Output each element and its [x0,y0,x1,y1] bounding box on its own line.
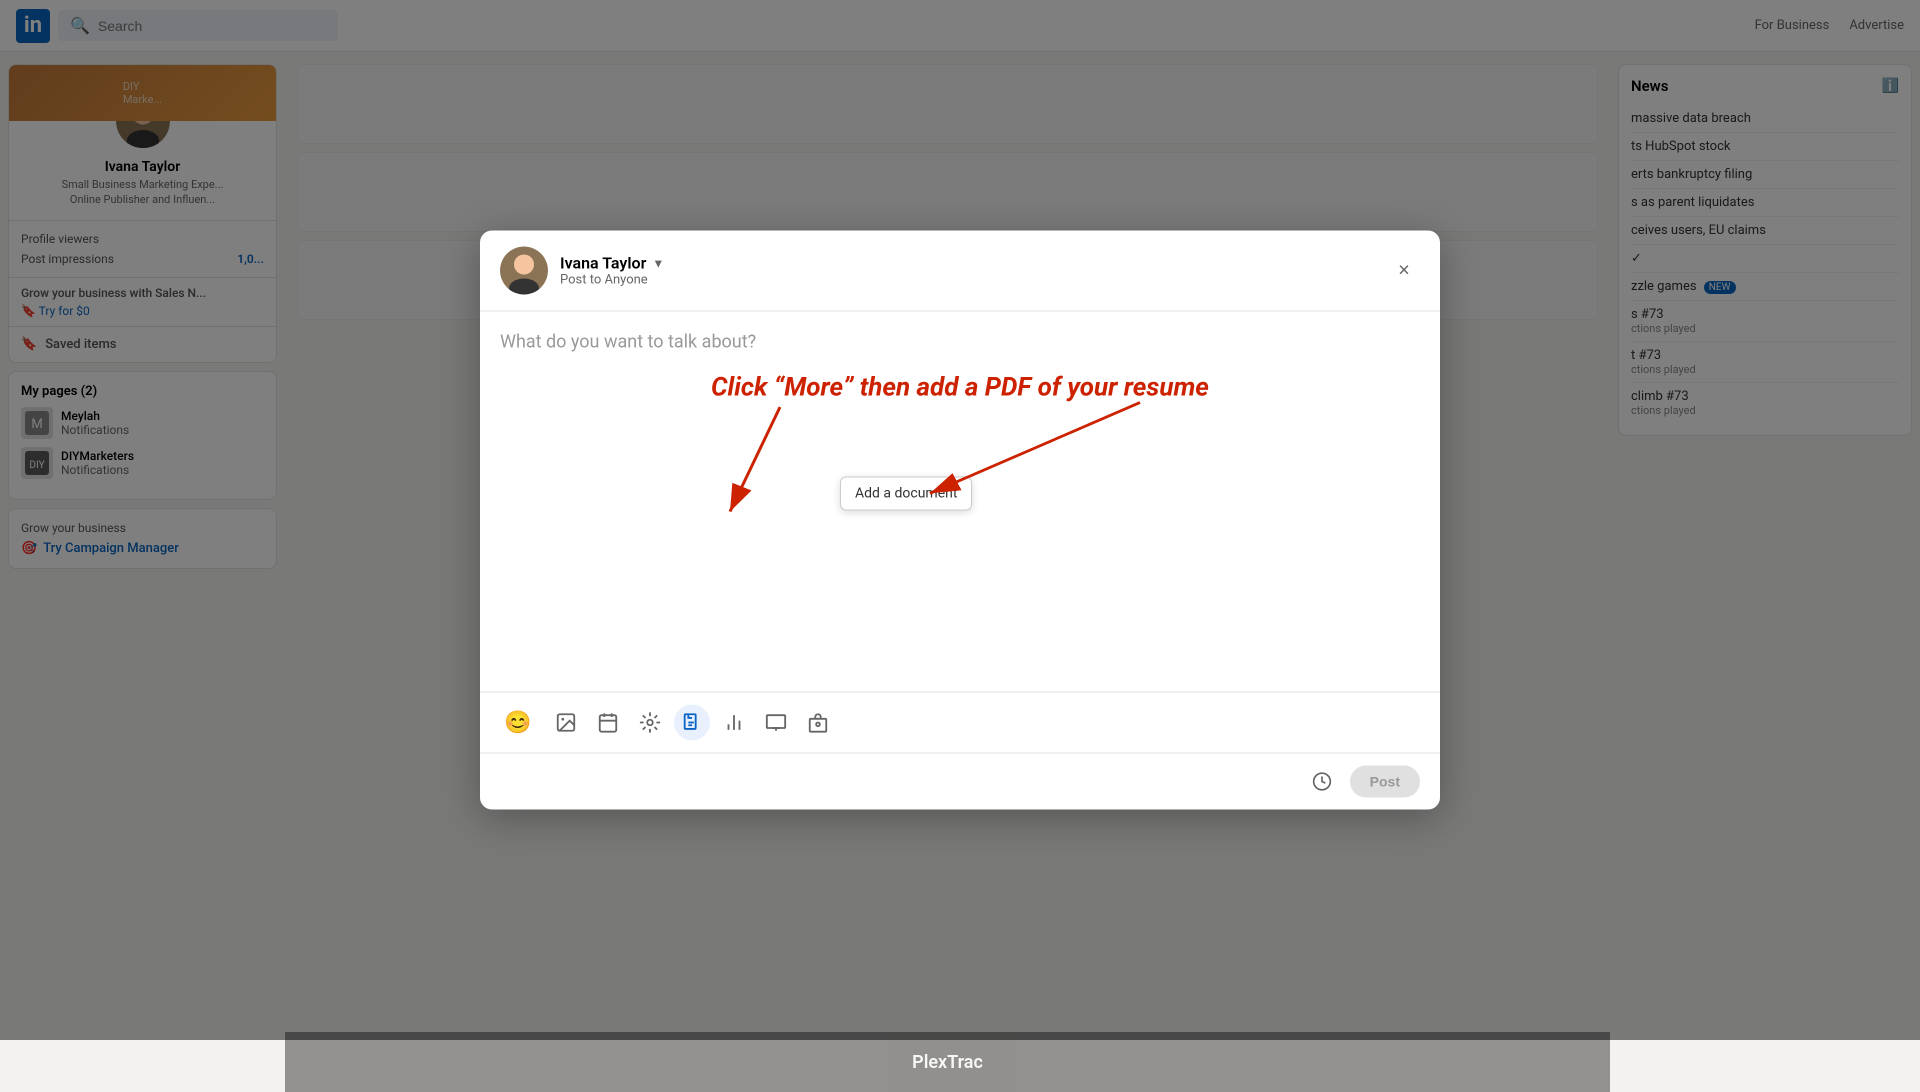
bottom-banner-text: PlexTrac [912,1052,983,1073]
modal-close-button[interactable]: × [1388,255,1420,287]
bottom-banner: PlexTrac [285,1032,1610,1092]
more-document-button[interactable] [674,705,710,741]
slide-button[interactable] [758,705,794,741]
schedule-button[interactable] [1306,766,1338,798]
post-button[interactable]: Post [1350,766,1420,798]
emoji-button[interactable]: 😊 [500,705,536,741]
modal-toolbar: 😊 [480,692,1440,753]
annotation-area: Click “More” then add a PDF of your resu… [500,353,1420,553]
dropdown-icon[interactable]: ▼ [652,256,664,270]
add-document-tooltip: Add a document [840,477,972,511]
modal-header: Ivana Taylor ▼ Post to Anyone × [480,231,1440,312]
calendar-button[interactable] [590,705,626,741]
modal-body: What do you want to talk about? Click “M… [480,312,1440,692]
modal-user-name: Ivana Taylor ▼ [560,254,1376,273]
modal-footer: Post [480,753,1440,810]
annotation-text: Click “More” then add a PDF of your resu… [520,373,1400,403]
post-placeholder[interactable]: What do you want to talk about? [500,332,1420,353]
chart-button[interactable] [716,705,752,741]
post-modal: Ivana Taylor ▼ Post to Anyone × What do … [480,231,1440,810]
photo-button[interactable] [548,705,584,741]
modal-audience: Post to Anyone [560,273,1376,288]
celebrate-button[interactable] [632,705,668,741]
modal-user-info: Ivana Taylor ▼ Post to Anyone [560,254,1376,288]
modal-user-avatar [500,247,548,295]
job-button[interactable] [800,705,836,741]
